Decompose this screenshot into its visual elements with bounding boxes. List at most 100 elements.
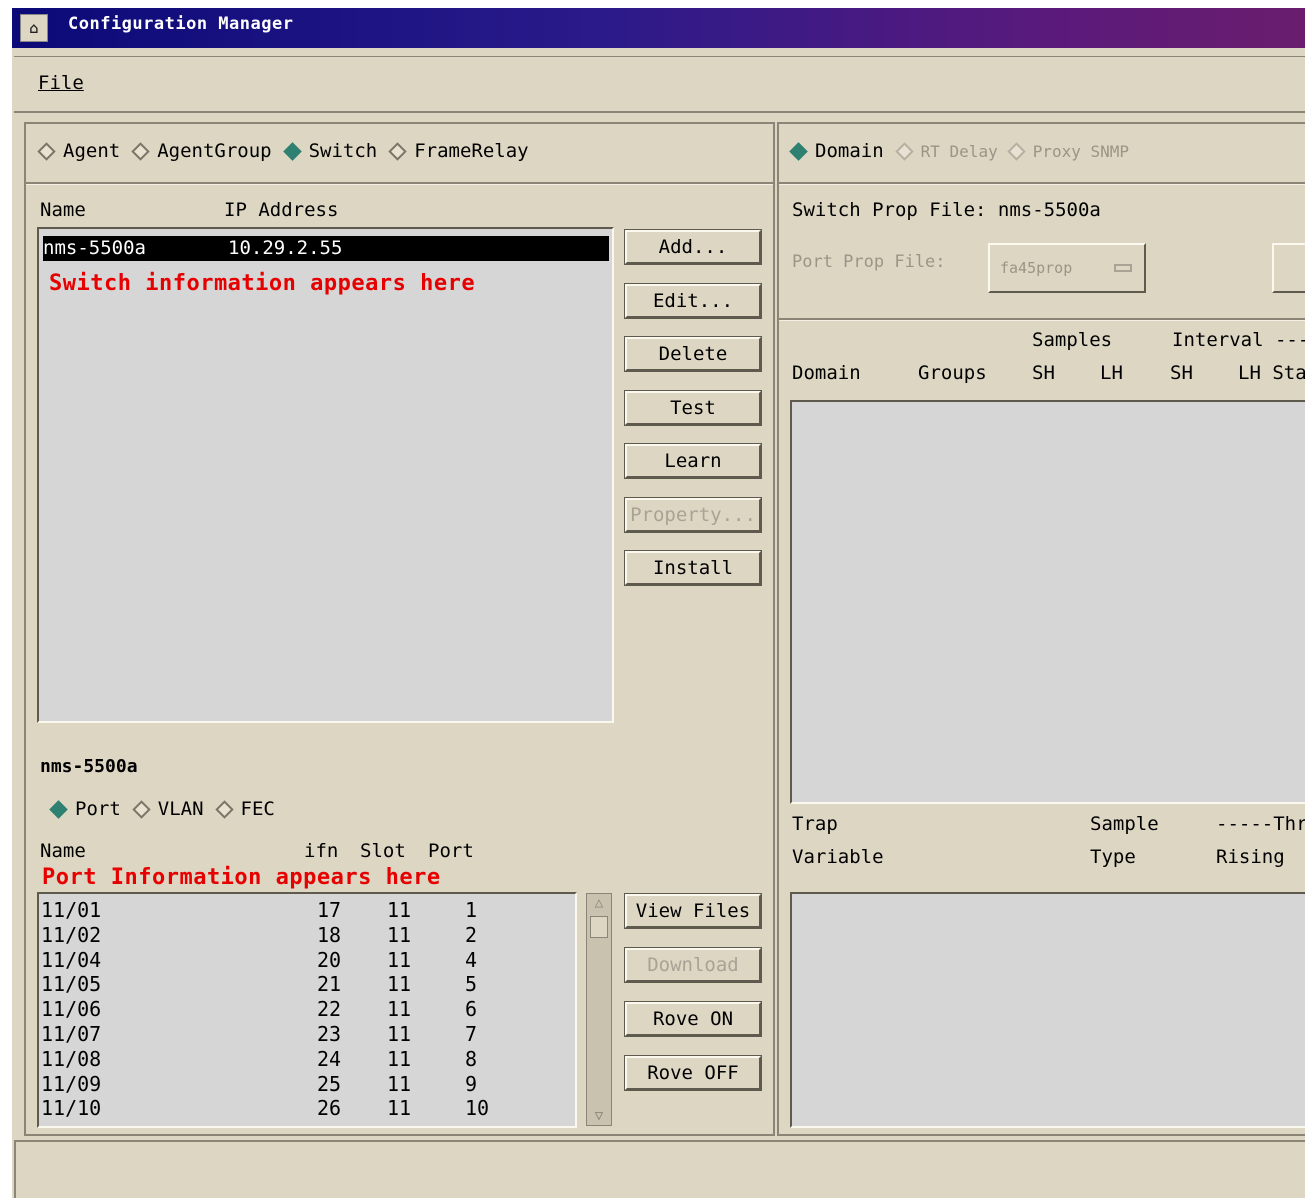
- switch-list-row-selected[interactable]: nms-5500a 10.29.2.55: [43, 236, 609, 261]
- port-header-port: Port: [428, 840, 474, 862]
- port-slot: 11: [387, 947, 412, 972]
- radio-port-label: Port: [75, 798, 121, 820]
- port-slot: 11: [387, 997, 412, 1022]
- port-slot: 11: [387, 1046, 412, 1071]
- type-radio-group: Agent AgentGroup Switch FrameRelay: [37, 140, 543, 162]
- edit-button[interactable]: Edit...: [624, 283, 762, 319]
- port-ifn: 17: [317, 898, 342, 922]
- switch-list[interactable]: nms-5500a 10.29.2.55 Switch information …: [37, 227, 614, 723]
- radio-framerelay[interactable]: FrameRelay: [388, 140, 529, 162]
- device-title: nms-5500a: [40, 756, 138, 777]
- header-sh-samples: SH: [1032, 362, 1055, 384]
- radio-domain-label: Domain: [815, 140, 884, 162]
- radio-agentgroup-label: AgentGroup: [157, 140, 272, 162]
- port-name: 11/02: [41, 922, 102, 947]
- header-threshold: -----Thr: [1216, 813, 1305, 835]
- delete-button[interactable]: Delete: [624, 336, 762, 372]
- add-button[interactable]: Add...: [624, 229, 762, 265]
- radio-agentgroup-indicator: [131, 141, 150, 161]
- port-slot: 11: [387, 1096, 412, 1121]
- port-ifn: 22: [317, 997, 342, 1022]
- scroll-up-icon[interactable]: △: [590, 895, 608, 911]
- port-row[interactable]: 11/08 24 11 8: [41, 1047, 571, 1072]
- radio-port[interactable]: Port: [49, 798, 121, 820]
- window-title: Configuration Manager: [68, 14, 294, 34]
- port-prop-file-label: Port Prop File:: [792, 252, 946, 272]
- radio-agent-label: Agent: [63, 140, 121, 162]
- radio-vlan-indicator: [132, 799, 151, 819]
- test-button[interactable]: Test: [624, 390, 762, 426]
- property-button[interactable]: Property...: [624, 497, 762, 533]
- port-row[interactable]: 11/02 18 11 2: [41, 923, 571, 948]
- rove-off-button[interactable]: Rove OFF: [624, 1055, 762, 1091]
- menu-bar: File: [14, 56, 1305, 113]
- radio-agent[interactable]: Agent: [37, 140, 121, 162]
- port-name: 11/07: [41, 1022, 102, 1046]
- port-number: 5: [465, 972, 478, 997]
- radio-switch[interactable]: Switch: [282, 140, 378, 162]
- port-header-name: Name: [40, 840, 86, 862]
- switch-row-ip: 10.29.2.55: [228, 237, 343, 259]
- port-number: 4: [465, 947, 478, 972]
- port-name: 11/06: [41, 997, 102, 1022]
- radio-switch-label: Switch: [308, 140, 378, 162]
- port-ifn: 21: [317, 972, 342, 997]
- radio-domain[interactable]: Domain: [789, 140, 884, 162]
- menu-file-label: File: [38, 72, 84, 94]
- radio-rt-delay[interactable]: RT Delay: [894, 142, 998, 161]
- port-number: 9: [465, 1071, 478, 1096]
- rove-on-button[interactable]: Rove ON: [624, 1001, 762, 1037]
- radio-port-indicator: [49, 799, 68, 819]
- radio-vlan[interactable]: VLAN: [132, 798, 204, 820]
- switch-info-annotation: Switch information appears here: [49, 271, 476, 296]
- port-name: 11/09: [41, 1071, 102, 1096]
- radio-agentgroup[interactable]: AgentGroup: [131, 140, 272, 162]
- port-header-slot: Slot: [360, 840, 406, 862]
- port-name: 11/05: [41, 972, 102, 997]
- port-row[interactable]: 11/06 22 11 6: [41, 997, 571, 1022]
- right-edge-button[interactable]: [1272, 243, 1305, 293]
- radio-vlan-label: VLAN: [157, 798, 204, 820]
- port-name: 11/10: [41, 1096, 102, 1121]
- download-button[interactable]: Download: [624, 947, 762, 983]
- radio-proxy-snmp-indicator: [1007, 141, 1026, 161]
- trap-list[interactable]: [790, 892, 1305, 1128]
- view-files-button[interactable]: View Files: [624, 893, 762, 929]
- port-list[interactable]: 11/01 17 11 1 11/02 18 11 2 11/04 20 11 …: [37, 892, 577, 1128]
- port-row[interactable]: 11/07 23 11 7: [41, 1022, 571, 1047]
- title-bar[interactable]: ⌂ Configuration Manager: [12, 8, 1305, 48]
- header-domain: Domain: [792, 362, 861, 384]
- port-row[interactable]: 11/09 25 11 9: [41, 1072, 571, 1097]
- menu-file[interactable]: File: [38, 72, 84, 94]
- port-prop-file-select[interactable]: fa45prop: [988, 243, 1146, 293]
- port-ifn: 20: [317, 947, 342, 972]
- domain-list[interactable]: [790, 400, 1305, 804]
- port-row[interactable]: 11/04 20 11 4: [41, 948, 571, 973]
- port-prop-file-value: fa45prop: [1000, 259, 1073, 277]
- window-menu-icon[interactable]: ⌂: [20, 14, 48, 42]
- radio-agent-indicator: [37, 141, 56, 161]
- header-interval: Interval ---: [1172, 329, 1305, 351]
- port-list-scrollbar[interactable]: △ ▽: [586, 893, 612, 1126]
- header-trap: Trap: [792, 813, 838, 835]
- port-row[interactable]: 11/05 21 11 5: [41, 972, 571, 997]
- status-bar: [14, 1140, 1305, 1198]
- radio-fec[interactable]: FEC: [214, 798, 275, 820]
- port-row[interactable]: 11/01 17 11 1: [41, 898, 571, 923]
- port-number: 1: [465, 898, 478, 922]
- port-info-annotation: Port Information appears here: [42, 865, 441, 890]
- port-slot: 11: [387, 1071, 412, 1096]
- radio-proxy-snmp-label: Proxy SNMP: [1032, 141, 1130, 161]
- scroll-down-icon[interactable]: ▽: [590, 1108, 608, 1124]
- learn-button[interactable]: Learn: [624, 443, 762, 479]
- port-row[interactable]: 11/10 26 11 10: [41, 1096, 571, 1121]
- port-header-ifn: ifn: [304, 840, 339, 862]
- install-button[interactable]: Install: [624, 550, 762, 586]
- scroll-thumb[interactable]: [590, 916, 608, 938]
- port-name: 11/04: [41, 947, 102, 972]
- header-sample: Sample: [1090, 813, 1159, 835]
- column-header-name: Name: [40, 199, 86, 221]
- port-name: 11/01: [41, 898, 102, 922]
- port-radio-group: Port VLAN FEC: [49, 798, 289, 820]
- radio-proxy-snmp[interactable]: Proxy SNMP: [1007, 141, 1130, 161]
